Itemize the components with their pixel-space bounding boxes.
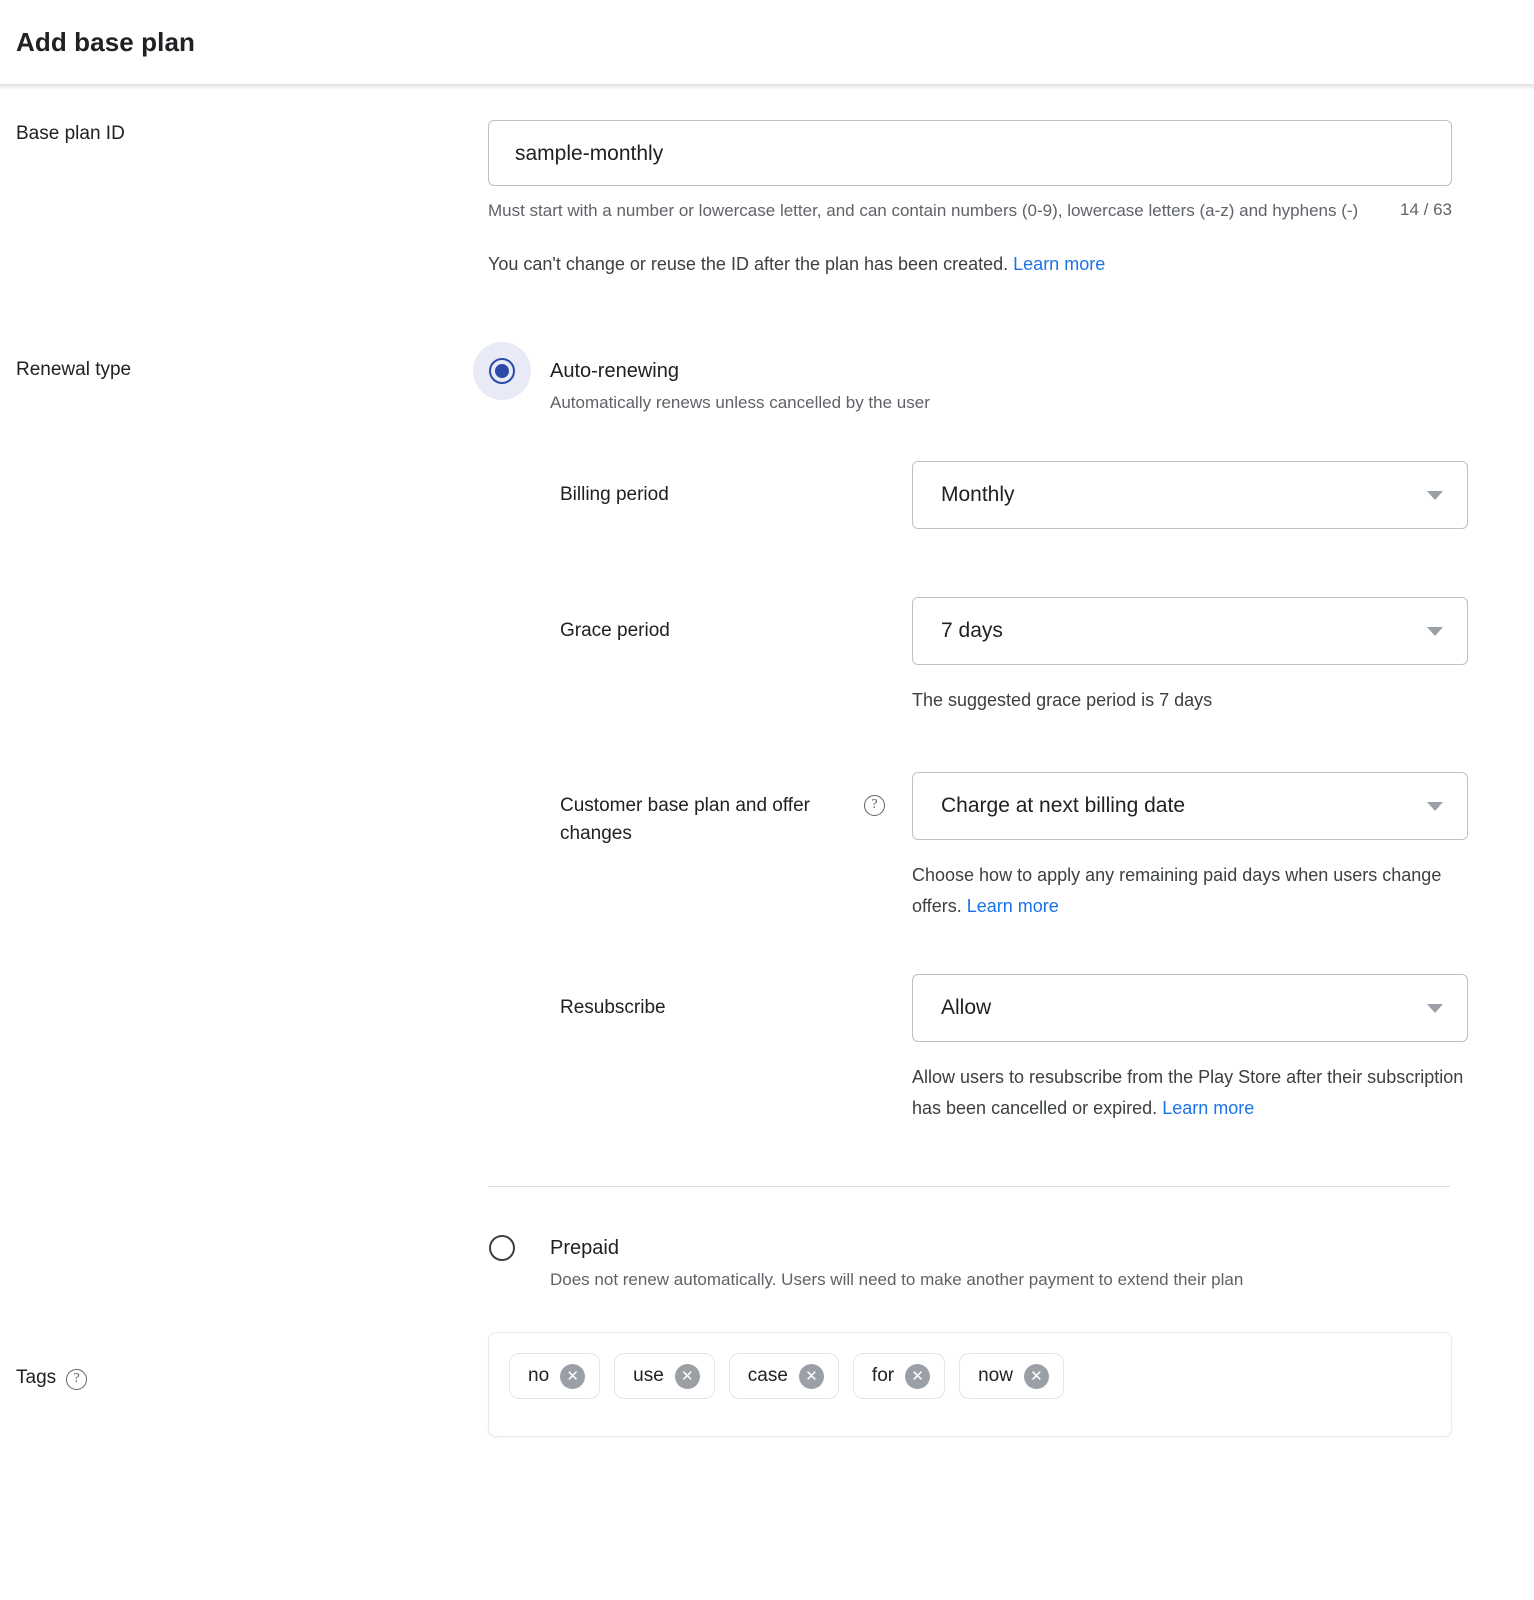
renewal-option-auto-renewing: Auto-renewing Automatically renews unles… <box>473 342 1468 1124</box>
base-plan-id-character-counter: 14 / 63 <box>1400 200 1452 219</box>
tags-row: Tags ? no ✕ use ✕ case ✕ for ✕ now ✕ <box>0 1332 1534 1437</box>
dialog-header: Add base plan <box>0 0 1534 84</box>
base-plan-id-helper-line: Must start with a number or lowercase le… <box>488 199 1452 222</box>
resubscribe-select[interactable]: Allow <box>912 974 1468 1042</box>
offer-changes-value: Charge at next billing date <box>941 794 1185 817</box>
offer-changes-control: Charge at next billing date Choose how t… <box>912 772 1468 922</box>
radio-circle-icon <box>489 1235 515 1261</box>
resubscribe-row: Resubscribe Allow Allow users to resubsc… <box>488 974 1468 1124</box>
billing-period-label-text: Billing period <box>560 484 669 505</box>
grace-period-label-text: Grace period <box>560 620 670 641</box>
offer-changes-label: Customer base plan and offer changes ? <box>560 772 912 848</box>
auto-renewing-texts: Auto-renewing Automatically renews unles… <box>531 356 930 415</box>
renewal-type-label: Renewal type <box>16 359 132 380</box>
base-plan-id-body: sample-monthly Must start with a number … <box>488 120 1534 277</box>
tag-chip-label: for <box>871 1365 895 1386</box>
prepaid-subtitle: Does not renew automatically. Users will… <box>550 1270 1244 1289</box>
tag-remove-icon[interactable]: ✕ <box>1023 1363 1049 1389</box>
chevron-down-icon <box>1427 626 1443 636</box>
add-base-plan-form: Base plan ID sample-monthly Must start w… <box>0 84 1534 1437</box>
grace-period-label: Grace period <box>560 597 912 645</box>
help-circle-icon[interactable]: ? <box>66 1369 88 1390</box>
tag-remove-icon[interactable]: ✕ <box>798 1363 824 1389</box>
resubscribe-control: Allow Allow users to resubscribe from th… <box>912 974 1468 1124</box>
tags-input[interactable]: no ✕ use ✕ case ✕ for ✕ now ✕ <box>488 1332 1452 1437</box>
offer-changes-help: Choose how to apply any remaining paid d… <box>912 860 1468 922</box>
renewal-type-body: Auto-renewing Automatically renews unles… <box>473 342 1534 1292</box>
tags-label-text: Tags <box>16 1367 57 1388</box>
renewal-type-row: Renewal type Auto-renewing Automatically… <box>0 342 1534 1292</box>
base-plan-id-row: Base plan ID sample-monthly Must start w… <box>0 120 1534 277</box>
resubscribe-value: Allow <box>941 996 992 1019</box>
resubscribe-help: Allow users to resubscribe from the Play… <box>912 1062 1468 1124</box>
auto-renewing-subtitle: Automatically renews unless cancelled by… <box>550 393 930 412</box>
tag-chip-label: now <box>978 1365 1013 1386</box>
offer-changes-row: Customer base plan and offer changes ? C… <box>488 772 1468 922</box>
tag-chip[interactable]: now ✕ <box>959 1353 1064 1399</box>
base-plan-id-note-text: You can't change or reuse the ID after t… <box>488 254 1009 274</box>
prepaid-title: Prepaid <box>550 1237 619 1259</box>
tag-remove-icon[interactable]: ✕ <box>560 1363 586 1389</box>
base-plan-id-note: You can't change or reuse the ID after t… <box>488 251 1452 277</box>
base-plan-id-helper-text: Must start with a number or lowercase le… <box>488 201 1359 220</box>
grace-period-row: Grace period 7 days The suggested grace … <box>488 597 1468 716</box>
billing-period-select[interactable]: Monthly <box>912 461 1468 529</box>
tag-remove-icon[interactable]: ✕ <box>674 1363 700 1389</box>
offer-changes-select[interactable]: Charge at next billing date <box>912 772 1468 840</box>
page-title: Add base plan <box>16 26 195 57</box>
base-plan-id-label: Base plan ID <box>16 123 125 144</box>
base-plan-id-learn-more-link[interactable]: Learn more <box>1013 254 1105 274</box>
resubscribe-label-text: Resubscribe <box>560 997 666 1018</box>
billing-period-control: Monthly <box>912 461 1468 529</box>
renewal-option-prepaid: Prepaid Does not renew automatically. Us… <box>488 1233 1468 1292</box>
tag-chip-label: use <box>633 1365 664 1386</box>
radio-circle-icon <box>489 358 515 384</box>
billing-period-value: Monthly <box>941 483 1015 506</box>
chevron-down-icon <box>1427 1003 1443 1013</box>
grace-period-help: The suggested grace period is 7 days <box>912 690 1213 710</box>
tag-chip[interactable]: no ✕ <box>509 1353 601 1399</box>
grace-period-control: 7 days The suggested grace period is 7 d… <box>912 597 1468 716</box>
radio-dot-icon <box>495 364 509 378</box>
tag-remove-icon[interactable]: ✕ <box>905 1363 931 1389</box>
offer-changes-learn-more-link[interactable]: Learn more <box>967 896 1059 916</box>
renewal-options-divider <box>488 1186 1450 1187</box>
base-plan-id-value: sample-monthly <box>515 141 664 165</box>
tag-chip-label: case <box>747 1365 788 1386</box>
auto-renewing-title: Auto-renewing <box>550 360 679 382</box>
prepaid-radio[interactable] <box>473 1219 531 1277</box>
offer-changes-label-text: Customer base plan and offer changes <box>560 795 810 844</box>
chevron-down-icon <box>1427 490 1443 500</box>
tags-label: Tags ? <box>0 1332 488 1390</box>
tag-chip-label: no <box>528 1365 550 1386</box>
auto-renewing-radio[interactable] <box>473 342 531 400</box>
chevron-down-icon <box>1427 801 1443 811</box>
resubscribe-learn-more-link[interactable]: Learn more <box>1162 1098 1254 1118</box>
prepaid-texts: Prepaid Does not renew automatically. Us… <box>531 1233 1243 1292</box>
prepaid-radio-row[interactable]: Prepaid Does not renew automatically. Us… <box>488 1233 1468 1292</box>
tag-chip[interactable]: use ✕ <box>614 1353 715 1399</box>
billing-period-row: Billing period Monthly <box>488 461 1468 529</box>
tag-chip[interactable]: for ✕ <box>852 1353 946 1399</box>
resubscribe-label: Resubscribe <box>560 974 912 1022</box>
billing-period-label: Billing period <box>560 461 912 509</box>
tag-chip[interactable]: case ✕ <box>728 1353 839 1399</box>
auto-renewing-radio-row[interactable]: Auto-renewing Automatically renews unles… <box>473 342 1468 415</box>
grace-period-select[interactable]: 7 days <box>912 597 1468 665</box>
grace-period-value: 7 days <box>941 619 1003 642</box>
help-circle-icon[interactable]: ? <box>864 795 885 816</box>
base-plan-id-input[interactable]: sample-monthly <box>488 120 1452 186</box>
